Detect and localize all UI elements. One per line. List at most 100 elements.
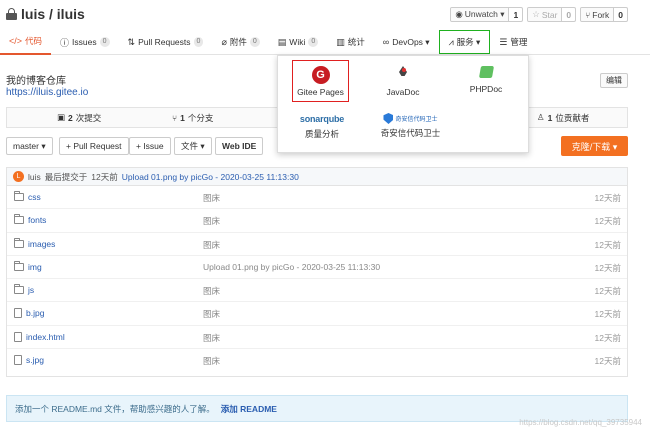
eye-icon: ◉: [455, 9, 463, 19]
gitee-logo-icon: G: [311, 65, 330, 84]
file-name-link[interactable]: images: [14, 237, 55, 249]
edit-button[interactable]: 编辑: [600, 73, 628, 88]
branch-select[interactable]: master ▾: [6, 137, 53, 155]
qax-label: 奇安信代码卫士: [380, 128, 441, 138]
tab-devops[interactable]: ∞ DevOps ▾: [374, 29, 439, 55]
table-row[interactable]: fonts 图床 12天前: [7, 209, 627, 233]
avatar[interactable]: L: [13, 171, 24, 182]
folder-icon: [14, 237, 24, 248]
file-name-link[interactable]: img: [14, 260, 42, 272]
phpdoc-item[interactable]: PHPDoc: [461, 66, 511, 94]
file-icon: [14, 331, 22, 342]
bar-chart-icon: ▥: [336, 36, 345, 47]
table-row[interactable]: b.jpg 图床 12天前: [7, 302, 627, 326]
commit-message[interactable]: Upload 01.png by picGo - 2020-03-25 11:1…: [122, 172, 299, 182]
repo-title[interactable]: luis / iluis: [21, 6, 85, 22]
commit-author[interactable]: luis: [28, 172, 41, 182]
folder-icon: [14, 284, 24, 295]
paperclip-icon: ⌀: [221, 36, 227, 47]
fork-icon: ⑂: [585, 9, 591, 20]
star-button[interactable]: ☆ Star 0: [527, 7, 577, 22]
file-name-link[interactable]: js: [14, 284, 34, 295]
pull-request-icon: ⇅: [127, 36, 136, 47]
star-count[interactable]: 0: [561, 8, 575, 21]
file-commit-message[interactable]: 图床: [203, 308, 220, 320]
latest-commit-bar: L luis 最后提交于 12天前 Upload 01.png by picGo…: [7, 168, 627, 186]
repo-homepage-link[interactable]: https://iluis.gitee.io: [6, 87, 88, 98]
lock-icon: [6, 8, 17, 20]
file-name-link[interactable]: s.jpg: [14, 355, 44, 366]
clone-download-button[interactable]: 克隆/下载 ▾: [561, 136, 628, 156]
file-commit-message[interactable]: 图床: [203, 355, 220, 367]
file-commit-time: 12天前: [594, 286, 621, 297]
file-commit-message[interactable]: 图床: [203, 332, 220, 344]
sonarqube-label: 质量分析: [304, 129, 339, 139]
shield-icon: [383, 113, 394, 124]
file-commit-time: 12天前: [594, 262, 621, 273]
unwatch-button[interactable]: ◉ Unwatch ▾ 1: [450, 7, 524, 22]
gitee-pages-item[interactable]: G Gitee Pages: [292, 60, 349, 102]
watermark: https://blog.csdn.net/qq_39735944: [519, 418, 642, 427]
commits-stat[interactable]: ▣ 2 次提交: [57, 112, 101, 124]
tab-code[interactable]: </> 代码: [0, 29, 52, 55]
tab-issues[interactable]: ⓘ Issues 0: [51, 29, 119, 55]
tab-wiki[interactable]: ▤ Wiki 0: [269, 29, 327, 55]
settings-list-icon: ☰: [499, 36, 508, 47]
tab-attachments[interactable]: ⌀ 附件 0: [212, 29, 268, 55]
file-commit-time: 12天前: [594, 193, 621, 203]
file-commit-time: 12天前: [594, 216, 621, 227]
table-row[interactable]: images 图床 12天前: [7, 233, 627, 256]
file-commit-time: 12天前: [594, 332, 621, 343]
file-menu-button[interactable]: 文件 ▾: [174, 137, 212, 155]
unwatch-label: Unwatch ▾: [464, 9, 505, 19]
phpdoc-icon: [478, 66, 494, 78]
fork-button[interactable]: ⑂ Fork 0: [580, 7, 628, 22]
add-readme-link[interactable]: 添加 README: [221, 403, 277, 415]
file-commit-message[interactable]: 图床: [203, 285, 220, 297]
javadoc-label: JavaDoc: [386, 87, 420, 97]
table-row[interactable]: s.jpg 图床 12天前: [7, 349, 627, 372]
table-row[interactable]: img Upload 01.png by picGo - 2020-03-25 1…: [7, 256, 627, 280]
table-row[interactable]: css 图床 12天前: [7, 186, 627, 210]
star-icon: ☆: [532, 9, 540, 19]
sonarqube-item[interactable]: sonarqube 质量分析: [292, 114, 352, 140]
new-issue-button[interactable]: + Issue: [129, 137, 171, 155]
web-ide-button[interactable]: Web IDE: [215, 137, 264, 155]
qax-logo: 奇安信代码卫士: [383, 113, 438, 124]
file-name-link[interactable]: fonts: [14, 214, 46, 225]
sonarqube-logo-icon: sonarqube: [299, 114, 345, 124]
file-commit-message[interactable]: Upload 01.png by picGo - 2020-03-25 11:1…: [203, 262, 380, 272]
commit-label: 最后提交于: [44, 171, 88, 182]
branches-stat[interactable]: ⑂ 1 个分支: [172, 112, 213, 124]
commit-time: 12天前: [91, 171, 118, 182]
people-icon: ♙: [537, 112, 545, 122]
file-icon: [14, 355, 22, 366]
file-commit-message[interactable]: 图床: [203, 192, 220, 204]
folder-icon: [14, 260, 24, 271]
contributors-stat[interactable]: ♙ 1 位贡献者: [537, 112, 589, 124]
unwatch-count[interactable]: 1: [508, 8, 522, 21]
qax-code-guard-item[interactable]: 奇安信代码卫士 奇安信代码卫士: [363, 113, 458, 139]
file-commit-message[interactable]: 图床: [203, 215, 220, 227]
repo-tabs: </> 代码 ⓘ Issues 0 ⇅ Pull Requests 0 ⌀ 附件 0 ▤ Wik…: [0, 29, 650, 55]
javadoc-item[interactable]: JavaDoc: [378, 66, 428, 97]
folder-icon: [14, 191, 24, 201]
infinity-icon: ∞: [382, 37, 390, 47]
tab-manage[interactable]: ☰ 管理: [490, 29, 536, 55]
new-pull-request-button[interactable]: + Pull Request: [59, 137, 129, 155]
tab-services[interactable]: ⩘ 服务 ▾: [438, 30, 491, 54]
tab-stats[interactable]: ▥ 统计: [327, 29, 374, 55]
repo-description: 我的博客仓库: [6, 76, 66, 87]
pulse-icon: ⩘: [448, 36, 454, 47]
issue-icon: ⓘ: [60, 37, 70, 48]
file-name-link[interactable]: index.html: [14, 331, 65, 342]
readme-prompt-text: 添加一个 README.md 文件，帮助感兴趣的人了解。: [15, 403, 215, 414]
file-name-link[interactable]: css: [14, 191, 41, 202]
table-row[interactable]: js 图床 12天前: [7, 279, 627, 303]
table-row[interactable]: index.html 图床 12天前: [7, 326, 627, 350]
phpdoc-label: PHPDoc: [469, 84, 503, 94]
file-commit-message[interactable]: 图床: [203, 239, 220, 251]
file-name-link[interactable]: b.jpg: [14, 308, 44, 319]
tab-pull-requests[interactable]: ⇅ Pull Requests 0: [119, 29, 213, 55]
fork-count[interactable]: 0: [613, 8, 627, 21]
